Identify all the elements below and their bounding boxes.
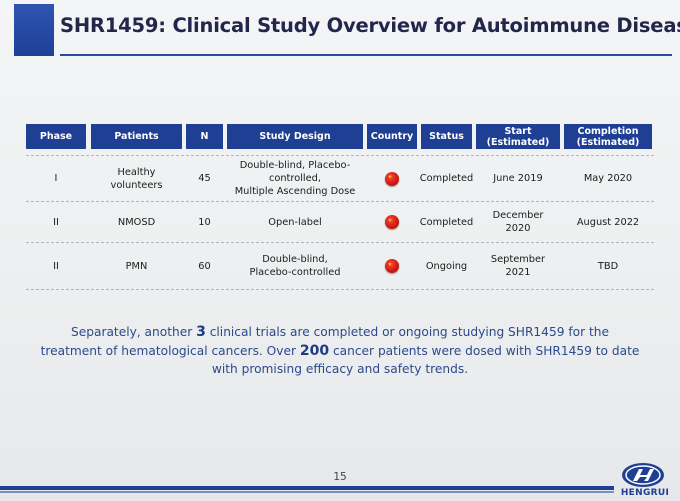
cell-study-design: Double-blind, Placebo-controlled [249,254,341,278]
header-completion: Completion (Estimated) [564,124,652,149]
header-start: Start (Estimated) [476,124,560,149]
cell-phase: II [53,260,59,272]
table-header-row: Phase Patients N Study Design Country St… [26,124,654,152]
cell-country [367,243,417,289]
header-status: Status [421,124,472,149]
china-flag-icon [385,215,399,229]
cell-completion: August 2022 [576,216,640,228]
cell-status: Completed [419,173,474,184]
cell-patients: PMN [125,260,148,272]
cell-start: June 2019 [493,173,543,184]
summary-text: Separately, another [71,325,197,339]
trial-count: 3 [196,324,206,340]
cell-study-design: Open-label [268,216,322,228]
cell-patients: Healthy volunteers [110,166,163,191]
china-flag-icon [385,259,399,273]
patient-count: 200 [299,342,330,359]
cell-country [367,156,417,201]
cell-country [367,202,417,242]
header-phase: Phase [26,124,86,149]
header-n: N [186,124,223,149]
slide: SHR1459: Clinical Study Overview for Aut… [0,0,680,501]
page-number: 15 [333,471,347,483]
slide-title: SHR1459: Clinical Study Overview for Aut… [60,14,680,37]
header-country: Country [367,124,417,149]
cell-phase: II [53,216,59,228]
title-underline [60,54,672,56]
title-accent-block [14,4,54,56]
table-row: II PMN 60 Double-blind, Placebo-controll… [26,242,654,290]
cell-n: 60 [198,260,211,272]
cell-n: 45 [198,173,211,184]
cell-completion: TBD [597,260,619,272]
clinical-study-table: Phase Patients N Study Design Country St… [26,124,654,290]
company-logo-text: HENGRUI [620,488,670,498]
cell-status: Completed [419,216,474,228]
cell-n: 10 [198,216,211,228]
cell-start: September 2021 [490,254,546,278]
header-study-design: Study Design [227,124,363,149]
cell-study-design: Double-blind, Placebo- controlled, Multi… [234,160,356,197]
cell-patients: NMOSD [117,216,156,228]
china-flag-icon [385,171,399,186]
cell-phase: I [54,173,58,184]
footer-bar [0,486,614,490]
cell-completion: May 2020 [583,173,633,184]
hengrui-logo-icon [622,463,664,487]
cell-start: December 2020 [492,210,544,234]
header-patients: Patients [91,124,182,149]
table-row: I Healthy volunteers 45 Double-blind, Pl… [26,155,654,201]
table-row: II NMOSD 10 Open-label Completed Decembe… [26,201,654,242]
summary-paragraph: Separately, another 3 clinical trials ar… [40,323,640,379]
footer-bar-thin [0,491,614,493]
cell-status: Ongoing [425,260,468,272]
